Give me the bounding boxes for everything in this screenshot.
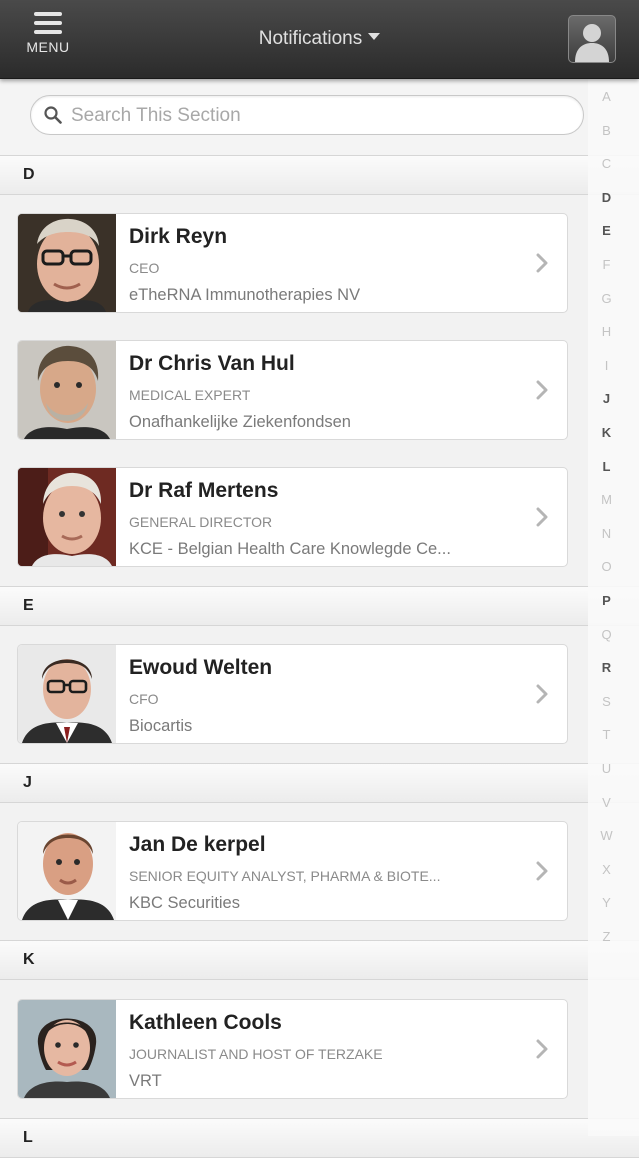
index-letter-x[interactable]: X bbox=[588, 862, 625, 877]
contact-name: Ewoud Welten bbox=[129, 656, 273, 679]
chevron-right-icon bbox=[536, 507, 548, 527]
contact-role: CFO bbox=[129, 691, 159, 707]
index-letter-f[interactable]: F bbox=[588, 257, 625, 272]
contact-organization: VRT bbox=[129, 1072, 162, 1090]
section-header-j: J bbox=[0, 763, 639, 803]
chevron-right-icon bbox=[536, 861, 548, 881]
index-letter-e[interactable]: E bbox=[588, 223, 625, 238]
index-letter-y[interactable]: Y bbox=[588, 895, 625, 910]
index-letter-r[interactable]: R bbox=[588, 660, 625, 675]
caret-down-icon bbox=[368, 33, 381, 41]
section-header-l: L bbox=[0, 1118, 639, 1158]
contact-name: Jan De kerpel bbox=[129, 833, 266, 856]
contact-photo bbox=[18, 822, 116, 920]
index-letter-d[interactable]: D bbox=[588, 190, 625, 205]
index-letter-n[interactable]: N bbox=[588, 526, 625, 541]
search-box bbox=[30, 95, 584, 136]
section-letter: L bbox=[23, 1129, 33, 1146]
search-input[interactable] bbox=[69, 96, 573, 136]
index-letter-b[interactable]: B bbox=[588, 123, 625, 138]
index-letter-o[interactable]: O bbox=[588, 559, 625, 574]
chevron-right-icon bbox=[536, 380, 548, 400]
contact-role: MEDICAL EXPERT bbox=[129, 387, 251, 403]
index-letter-m[interactable]: M bbox=[588, 492, 625, 507]
index-letter-q[interactable]: Q bbox=[588, 627, 625, 642]
index-letter-u[interactable]: U bbox=[588, 761, 625, 776]
search-area bbox=[0, 79, 588, 155]
section-letter: D bbox=[23, 166, 35, 183]
contact-role: JOURNALIST AND HOST OF TERZAKE bbox=[129, 1046, 383, 1062]
contact-card-chris-van-hul[interactable]: Dr Chris Van Hul MEDICAL EXPERT Onafhank… bbox=[17, 340, 568, 440]
index-letter-p[interactable]: P bbox=[588, 593, 625, 608]
index-letter-j[interactable]: J bbox=[588, 391, 625, 406]
contact-role: SENIOR EQUITY ANALYST, PHARMA & BIOTE... bbox=[129, 868, 441, 884]
section-header-k: K bbox=[0, 940, 639, 980]
chevron-right-icon bbox=[536, 1039, 548, 1059]
index-letter-l[interactable]: L bbox=[588, 459, 625, 474]
index-letter-i[interactable]: I bbox=[588, 358, 625, 373]
chevron-right-icon bbox=[536, 684, 548, 704]
contact-role: CEO bbox=[129, 260, 160, 276]
search-icon bbox=[44, 106, 62, 124]
index-letter-a[interactable]: A bbox=[588, 89, 625, 104]
contact-photo bbox=[18, 214, 116, 312]
contact-name: Dr Chris Van Hul bbox=[129, 352, 295, 375]
contact-card-kathleen-cools[interactable]: Kathleen Cools JOURNALIST AND HOST OF TE… bbox=[17, 999, 568, 1099]
top-bar: MENU Notifications bbox=[0, 0, 639, 79]
index-letter-z[interactable]: Z bbox=[588, 929, 625, 944]
section-header-d: D bbox=[0, 155, 639, 195]
index-letter-s[interactable]: S bbox=[588, 694, 625, 709]
index-letter-t[interactable]: T bbox=[588, 727, 625, 742]
contact-organization: Onafhankelijke Ziekenfondsen bbox=[129, 413, 351, 431]
contact-organization: eTheRNA Immunotherapies NV bbox=[129, 286, 361, 304]
chevron-right-icon bbox=[536, 253, 548, 273]
title-dropdown[interactable]: Notifications bbox=[0, 28, 639, 50]
index-letter-v[interactable]: V bbox=[588, 795, 625, 810]
contact-photo bbox=[18, 1000, 116, 1098]
contact-name: Kathleen Cools bbox=[129, 1011, 282, 1034]
index-letter-c[interactable]: C bbox=[588, 156, 625, 171]
contact-card-dirk-reyn[interactable]: Dirk Reyn CEO eTheRNA Immunotherapies NV bbox=[17, 213, 568, 313]
index-letter-w[interactable]: W bbox=[588, 828, 625, 843]
contact-name: Dirk Reyn bbox=[129, 225, 228, 248]
contact-name: Dr Raf Mertens bbox=[129, 479, 279, 502]
section-letter: K bbox=[23, 951, 35, 968]
contact-role: GENERAL DIRECTOR bbox=[129, 514, 273, 530]
contact-photo bbox=[18, 341, 116, 439]
contact-organization: KBC Securities bbox=[129, 894, 240, 912]
section-letter: E bbox=[23, 597, 34, 614]
contact-organization: KCE - Belgian Health Care Knowlegde Ce..… bbox=[129, 540, 451, 558]
section-header-e: E bbox=[0, 586, 639, 626]
alphabet-index[interactable]: A B C D E F G H I J K L M N O P Q R S T U V W X Y Z bbox=[588, 79, 639, 1136]
index-letter-h[interactable]: H bbox=[588, 324, 625, 339]
page-title: Notifications bbox=[258, 28, 363, 49]
contact-photo bbox=[18, 645, 116, 743]
user-silhouette-icon bbox=[575, 24, 609, 62]
contact-card-raf-mertens[interactable]: Dr Raf Mertens GENERAL DIRECTOR KCE - Be… bbox=[17, 467, 568, 567]
contact-organization: Biocartis bbox=[129, 717, 193, 735]
section-letter: J bbox=[23, 774, 32, 791]
index-letter-g[interactable]: G bbox=[588, 291, 625, 306]
contact-photo bbox=[18, 468, 116, 566]
profile-button[interactable] bbox=[568, 15, 616, 63]
contact-card-ewoud-welten[interactable]: Ewoud Welten CFO Biocartis bbox=[17, 644, 568, 744]
index-letter-k[interactable]: K bbox=[588, 425, 625, 440]
contact-card-jan-de-kerpel[interactable]: Jan De kerpel SENIOR EQUITY ANALYST, PHA… bbox=[17, 821, 568, 921]
